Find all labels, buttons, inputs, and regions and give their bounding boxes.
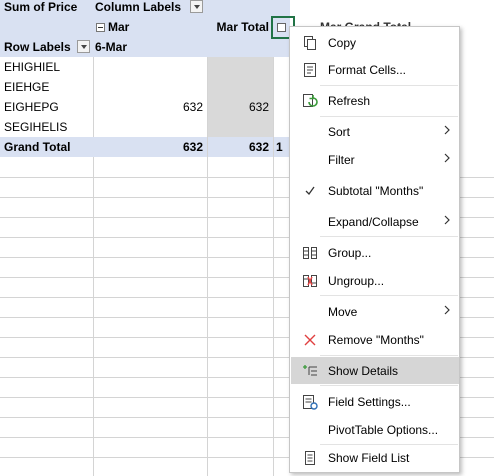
menu-item-label: Group... [328, 246, 372, 260]
expand-icon[interactable] [277, 23, 286, 32]
copy-icon [304, 36, 316, 50]
refresh-icon [303, 94, 318, 107]
menu-item-label: Show Details [328, 364, 399, 378]
menu-item-label: Move [328, 305, 358, 319]
menu-item-move[interactable]: Move [291, 298, 459, 325]
menu-item-label: Refresh [328, 94, 371, 108]
menu-separator [320, 236, 458, 237]
month-group-label: Mar [108, 20, 130, 34]
month-total-cell[interactable]: 632 [207, 97, 269, 117]
grand-total-label[interactable]: Grand Total [4, 137, 92, 157]
field-settings-icon [303, 395, 318, 410]
chevron-right-icon [444, 153, 450, 163]
ungroup-icon [303, 275, 317, 287]
menu-item-label: Copy [328, 36, 357, 50]
menu-item-group[interactable]: Group... [291, 239, 459, 266]
menu-item-label: Format Cells... [328, 63, 407, 77]
row-labels-filter-button[interactable] [77, 40, 90, 53]
menu-item-label: Ungroup... [328, 274, 385, 288]
menu-item-subtotal[interactable]: Subtotal "Months" [291, 177, 459, 204]
chevron-right-icon [444, 215, 450, 225]
row-label[interactable]: EIEHGE [4, 77, 92, 97]
row-labels-header[interactable]: Row Labels [4, 37, 74, 57]
group-icon [303, 247, 317, 259]
show-details-icon [303, 365, 317, 376]
day-value-cell[interactable]: 632 [93, 97, 203, 117]
grand-total-partial-value[interactable]: 1 [276, 137, 288, 157]
menu-item-sort[interactable]: Sort [291, 118, 459, 145]
month-group-header[interactable]: Mar [96, 17, 196, 37]
row-label[interactable]: SEGIHELIS [4, 117, 92, 137]
menu-item-label: Subtotal "Months" [328, 184, 424, 198]
menu-item-expand-collapse[interactable]: Expand/Collapse [291, 208, 459, 235]
grand-total-day-value[interactable]: 632 [93, 137, 203, 157]
menu-item-ungroup[interactable]: Ungroup... [291, 267, 459, 294]
collapse-icon[interactable] [96, 23, 105, 33]
menu-item-label: Sort [328, 125, 351, 139]
column-labels-filter-button[interactable] [190, 0, 203, 13]
menu-item-label: Show Field List [328, 451, 410, 465]
chevron-right-icon [444, 305, 450, 315]
format-cells-icon [304, 63, 316, 77]
menu-item-pivottable-options[interactable]: PivotTable Options... [291, 416, 459, 443]
menu-separator [320, 85, 458, 86]
context-menu: Copy Format Cells... Refresh Sort Filter [289, 26, 460, 473]
menu-item-show-details[interactable]: Show Details [291, 357, 459, 384]
gridline [207, 57, 208, 476]
menu-item-format-cells[interactable]: Format Cells... [291, 56, 459, 83]
menu-separator [320, 295, 458, 296]
menu-item-copy[interactable]: Copy [291, 29, 459, 56]
menu-separator [320, 355, 458, 356]
data-field-label[interactable]: Sum of Price [4, 0, 92, 17]
row-label[interactable]: EHIGHIEL [4, 57, 92, 77]
menu-separator [320, 116, 458, 117]
grand-total-month-value[interactable]: 632 [207, 137, 269, 157]
menu-item-remove[interactable]: Remove "Months" [291, 326, 459, 353]
column-labels-header[interactable]: Column Labels [95, 0, 190, 17]
menu-item-label: PivotTable Options... [328, 423, 439, 437]
menu-item-filter[interactable]: Filter [291, 146, 459, 173]
field-list-icon [305, 451, 315, 465]
menu-item-field-settings[interactable]: Field Settings... [291, 388, 459, 415]
menu-item-label: Expand/Collapse [328, 215, 419, 229]
day-group-header[interactable]: 6-Mar [95, 37, 195, 57]
remove-x-icon [304, 334, 316, 346]
month-total-header[interactable]: Mar Total [207, 17, 269, 37]
checkmark-icon [305, 186, 315, 196]
menu-separator [320, 385, 458, 386]
menu-item-label: Remove "Months" [328, 333, 424, 347]
menu-item-label: Field Settings... [328, 395, 411, 409]
menu-item-label: Filter [328, 153, 355, 167]
gridline [273, 57, 274, 476]
menu-item-show-field-list[interactable]: Show Field List [291, 444, 459, 471]
menu-item-refresh[interactable]: Refresh [291, 87, 459, 114]
row-label[interactable]: EIGHEPG [4, 97, 92, 117]
chevron-right-icon [444, 125, 450, 135]
